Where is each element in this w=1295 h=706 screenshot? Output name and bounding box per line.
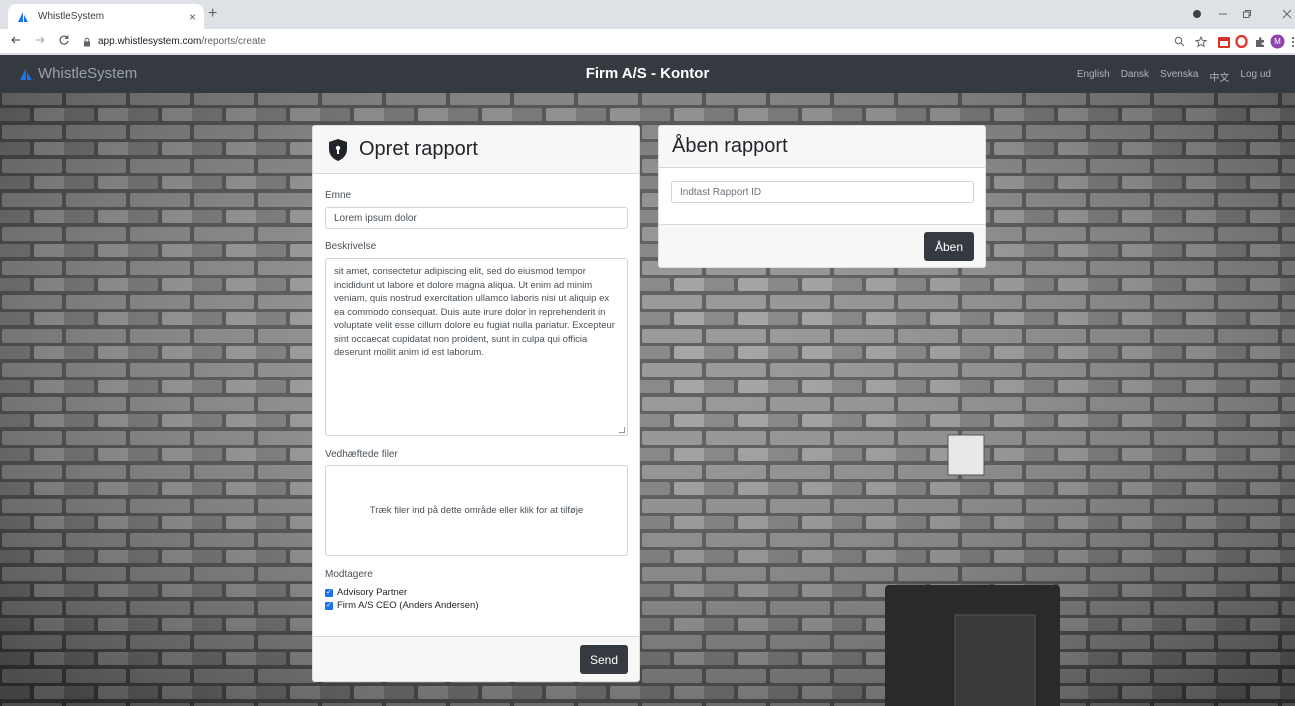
minimize-icon[interactable]	[1213, 4, 1233, 24]
recipient-name: Firm A/S CEO (Anders Andersen)	[337, 600, 479, 611]
lang-dansk[interactable]: Dansk	[1121, 69, 1149, 84]
create-report-header: Opret rapport	[313, 126, 639, 174]
browser-tab-bar: WhistleSystem × +	[0, 0, 1295, 29]
lang-chinese[interactable]: 中文	[1209, 69, 1229, 84]
restore-icon[interactable]	[1237, 4, 1257, 24]
brand[interactable]: WhistleSystem	[18, 65, 137, 82]
whistlesystem-logo-icon	[20, 67, 32, 80]
browser-menu-icon[interactable]	[1285, 34, 1295, 49]
description-label: Beskrivelse	[325, 241, 377, 252]
create-report-footer: Send	[313, 636, 639, 681]
new-tab-button[interactable]: +	[208, 5, 217, 23]
profile-avatar-initial: M	[1274, 37, 1281, 46]
app-navbar: WhistleSystem Firm A/S - Kontor English …	[0, 55, 1295, 93]
shield-icon	[329, 138, 347, 161]
brick-wall-background	[0, 55, 1295, 706]
recipient-name: Advisory Partner	[337, 587, 408, 598]
language-links: English Dansk Svenska 中文 Log ud	[1077, 69, 1271, 84]
brand-name: WhistleSystem	[38, 65, 138, 82]
tab-title: WhistleSystem	[38, 11, 105, 22]
open-button[interactable]: Åben	[924, 232, 974, 261]
reload-icon[interactable]	[58, 34, 70, 49]
file-dropzone[interactable]: Træk filer ind på dette område eller kli…	[325, 465, 628, 556]
create-report-title: Opret rapport	[359, 138, 478, 160]
opera-extension-icon[interactable]	[1234, 34, 1249, 49]
zoom-icon[interactable]	[1172, 34, 1187, 49]
send-button[interactable]: Send	[580, 645, 628, 674]
attachments-label: Vedhæftede filer	[325, 449, 398, 460]
checkbox-checked-icon[interactable]: ✓	[325, 588, 333, 597]
checkbox-checked-icon[interactable]: ✓	[325, 601, 333, 610]
url-host: app.whistlesystem.com	[98, 36, 202, 47]
address-bar[interactable]: app.whistlesystem.com/reports/create	[82, 32, 1162, 51]
report-id-input[interactable]: Indtast Rapport ID	[671, 181, 974, 203]
subject-label: Emne	[325, 190, 352, 201]
bookmark-star-icon[interactable]	[1193, 34, 1208, 49]
open-report-card: Åben rapport Indtast Rapport ID Åben	[658, 125, 986, 268]
url-path: /reports/create	[201, 36, 266, 47]
browser-tab[interactable]: WhistleSystem ×	[8, 4, 204, 29]
calendar-extension-icon[interactable]	[1216, 34, 1231, 49]
dropzone-text: Træk filer ind på dette område eller kli…	[369, 505, 584, 516]
open-report-title: Åben rapport	[672, 135, 788, 157]
profile-avatar[interactable]: M	[1270, 34, 1285, 49]
profile-dot-icon[interactable]	[1187, 4, 1207, 24]
whistlesystem-favicon-icon	[18, 11, 28, 22]
close-window-icon[interactable]	[1277, 4, 1295, 24]
description-textarea[interactable]: sit amet, consectetur adipiscing elit, s…	[325, 258, 628, 436]
resize-handle[interactable]	[619, 427, 625, 433]
lang-svenska[interactable]: Svenska	[1160, 69, 1198, 84]
lock-icon	[84, 37, 90, 46]
open-report-header: Åben rapport	[659, 126, 985, 168]
back-icon[interactable]	[10, 34, 22, 49]
extensions-puzzle-icon[interactable]	[1252, 34, 1267, 49]
create-report-card: Opret rapport Emne Lorem ipsum dolor Bes…	[312, 125, 640, 682]
recipient-checkbox-ceo[interactable]: ✓ Firm A/S CEO (Anders Andersen)	[325, 600, 479, 611]
recipient-checkbox-advisory[interactable]: ✓ Advisory Partner	[325, 587, 407, 598]
lang-english[interactable]: English	[1077, 69, 1110, 84]
description-text: sit amet, consectetur adipiscing elit, s…	[334, 266, 615, 358]
subject-input[interactable]: Lorem ipsum dolor	[325, 207, 628, 229]
tab-close-icon[interactable]: ×	[189, 10, 196, 24]
page: WhistleSystem Firm A/S - Kontor English …	[0, 55, 1295, 706]
open-report-footer: Åben	[659, 224, 985, 267]
recipients-label: Modtagere	[325, 569, 373, 580]
forward-icon[interactable]	[34, 34, 46, 49]
logout-link[interactable]: Log ud	[1240, 69, 1271, 84]
browser-toolbar: app.whistlesystem.com/reports/create M	[0, 29, 1295, 54]
